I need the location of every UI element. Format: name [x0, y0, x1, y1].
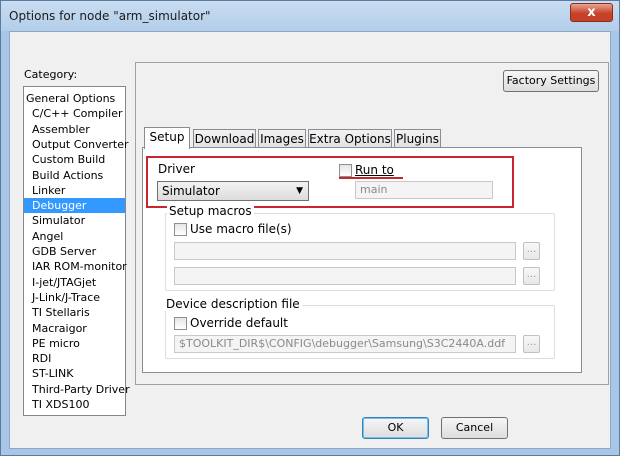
- ok-button[interactable]: OK: [362, 417, 429, 439]
- category-list[interactable]: General Options C/C++ Compiler Assembler Ou…: [23, 86, 130, 416]
- title-bar[interactable]: Options for node "arm_simulator" x: [1, 1, 619, 31]
- category-item[interactable]: RDI: [24, 351, 125, 366]
- category-item[interactable]: Linker: [24, 183, 125, 198]
- macro-browse-button-1[interactable]: ...: [523, 242, 540, 260]
- category-item[interactable]: IAR ROM-monitor: [24, 259, 127, 274]
- window-title: Options for node "arm_simulator": [9, 9, 211, 23]
- category-item[interactable]: PE micro: [24, 336, 125, 351]
- driver-select[interactable]: Simulator ▼: [157, 181, 309, 201]
- macro-file-field-1[interactable]: [174, 242, 516, 260]
- category-item[interactable]: Simulator: [24, 213, 125, 228]
- tab-download[interactable]: Download: [193, 129, 256, 149]
- category-item[interactable]: Debugger: [24, 198, 125, 214]
- run-to-checkbox[interactable]: [339, 164, 352, 177]
- browse-icon: ...: [526, 269, 537, 280]
- run-to-field[interactable]: main: [355, 181, 493, 199]
- override-default-label[interactable]: Override default: [190, 316, 288, 330]
- use-macro-label[interactable]: Use macro file(s): [190, 222, 292, 236]
- category-item[interactable]: Output Converter: [24, 137, 129, 152]
- category-item[interactable]: TI XDS100: [24, 397, 125, 412]
- category-item[interactable]: Custom Build: [24, 152, 125, 167]
- category-item[interactable]: Angel: [24, 229, 125, 244]
- category-item[interactable]: GDB Server: [24, 244, 125, 259]
- run-to-label[interactable]: Run to: [355, 163, 394, 177]
- tab-setup[interactable]: Setup: [144, 127, 190, 149]
- device-description-field[interactable]: $TOOLKIT_DIR$\CONFIG\debugger\Samsung\S3…: [174, 335, 516, 353]
- cancel-button[interactable]: Cancel: [441, 417, 508, 439]
- tab-images[interactable]: Images: [258, 129, 306, 149]
- override-default-checkbox[interactable]: [174, 317, 187, 330]
- category-item[interactable]: ST-LINK: [24, 366, 125, 381]
- category-label: Category:: [24, 68, 78, 81]
- category-item[interactable]: Assembler: [24, 122, 125, 137]
- close-button[interactable]: x: [570, 3, 613, 22]
- factory-settings-button[interactable]: Factory Settings: [503, 70, 599, 92]
- driver-value: Simulator: [162, 184, 220, 198]
- run-to-red-underline: [339, 177, 403, 179]
- driver-label: Driver: [158, 162, 195, 176]
- chevron-down-icon: ▼: [296, 186, 303, 196]
- category-item[interactable]: TI Stellaris: [24, 305, 125, 320]
- tab-extra-options[interactable]: Extra Options: [308, 129, 392, 149]
- category-item[interactable]: J-Link/J-Trace: [24, 290, 125, 305]
- category-item[interactable]: I-jet/JTAGjet: [24, 275, 125, 290]
- device-browse-button[interactable]: ...: [523, 335, 540, 353]
- category-item[interactable]: Build Actions: [24, 168, 125, 183]
- macro-browse-button-2[interactable]: ...: [523, 267, 540, 285]
- device-description-title: Device description file: [164, 297, 302, 311]
- tab-plugins[interactable]: Plugins: [394, 129, 441, 149]
- use-macro-checkbox[interactable]: [174, 223, 187, 236]
- macro-file-field-2[interactable]: [174, 267, 516, 285]
- category-item[interactable]: Macraigor: [24, 321, 125, 336]
- setup-macros-title: Setup macros: [167, 204, 254, 218]
- close-icon: x: [587, 5, 596, 20]
- category-item[interactable]: C/C++ Compiler: [24, 106, 125, 121]
- browse-icon: ...: [526, 337, 537, 348]
- options-dialog: Options for node "arm_simulator" x Categ…: [0, 0, 620, 456]
- category-item[interactable]: General Options: [24, 91, 125, 106]
- browse-icon: ...: [526, 244, 537, 255]
- category-item[interactable]: Third-Party Driver: [24, 382, 130, 397]
- driver-label-text: Driver: [158, 162, 195, 176]
